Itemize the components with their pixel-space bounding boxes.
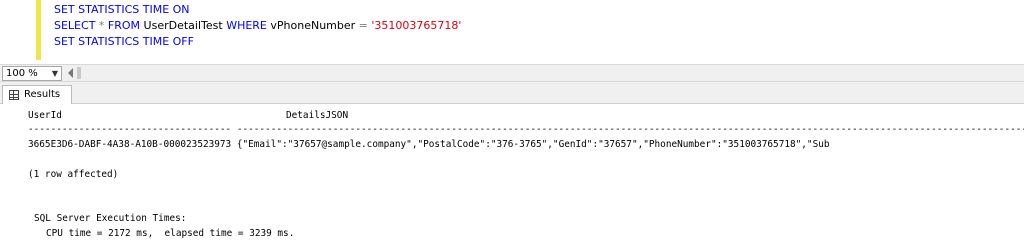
column-name: vPhoneNumber (270, 19, 356, 32)
column-header-detailsjson: DetailsJSON (286, 110, 349, 121)
query-text[interactable]: SET STATISTICS TIME ON SELECT * FROM Use… (54, 2, 461, 50)
tab-results-label: Results (24, 89, 61, 100)
chevron-down-icon: ▼ (51, 69, 58, 78)
editor-line-3: SET STATISTICS TIME OFF (54, 35, 194, 48)
table-name: UserDetailTest (143, 19, 223, 32)
change-tracking-bar (36, 0, 41, 60)
editor-line-1: SET STATISTICS TIME ON (54, 3, 190, 16)
cell-userid: 3665E3D6-DABF-4A38-A10B-000023523973 (28, 139, 232, 150)
keyword-set-statistics-on: SET STATISTICS TIME ON (54, 3, 190, 16)
editor-line-2: SELECT * FROM UserDetailTest WHERE vPhon… (54, 19, 461, 32)
zoom-dropdown[interactable]: 100 % ▼ (2, 66, 62, 81)
keyword-where: WHERE (226, 19, 267, 32)
tab-results[interactable]: Results (2, 85, 72, 104)
scroll-left-arrow-icon[interactable] (68, 68, 73, 78)
results-grid-icon (9, 90, 19, 100)
equals-operator: = (358, 19, 368, 32)
string-literal: '351003765718' (371, 19, 462, 32)
keyword-select: SELECT (54, 19, 96, 32)
keyword-set-statistics-off: SET STATISTICS TIME OFF (54, 35, 194, 48)
horizontal-scrollbar-thumb[interactable] (77, 67, 81, 79)
column-header-userid: UserId (28, 110, 62, 121)
keyword-from: FROM (107, 19, 141, 32)
query-editor[interactable]: SET STATISTICS TIME ON SELECT * FROM Use… (0, 0, 1024, 60)
results-header-row: UserId DetailsJSON (28, 110, 348, 121)
zoom-bar: 100 % ▼ (0, 64, 1024, 82)
results-tab-strip: Results (0, 82, 1024, 104)
execution-times-title: SQL Server Execution Times: (34, 213, 187, 224)
zoom-value: 100 % (6, 68, 38, 79)
star-operator: * (98, 19, 105, 32)
results-pane[interactable]: UserId DetailsJSON ----------------------… (0, 104, 1024, 250)
execution-times-values: CPU time = 2172 ms, elapsed time = 3239 … (46, 228, 295, 239)
table-row: 3665E3D6-DABF-4A38-A10B-000023523973 {"E… (28, 139, 830, 150)
cell-detailsjson: {"Email":"37657@sample.company","PostalC… (236, 139, 830, 150)
rows-affected-message: (1 row affected) (28, 169, 119, 180)
results-separator: ------------------------------------ ---… (28, 124, 1024, 135)
editor-gutter (0, 0, 36, 60)
